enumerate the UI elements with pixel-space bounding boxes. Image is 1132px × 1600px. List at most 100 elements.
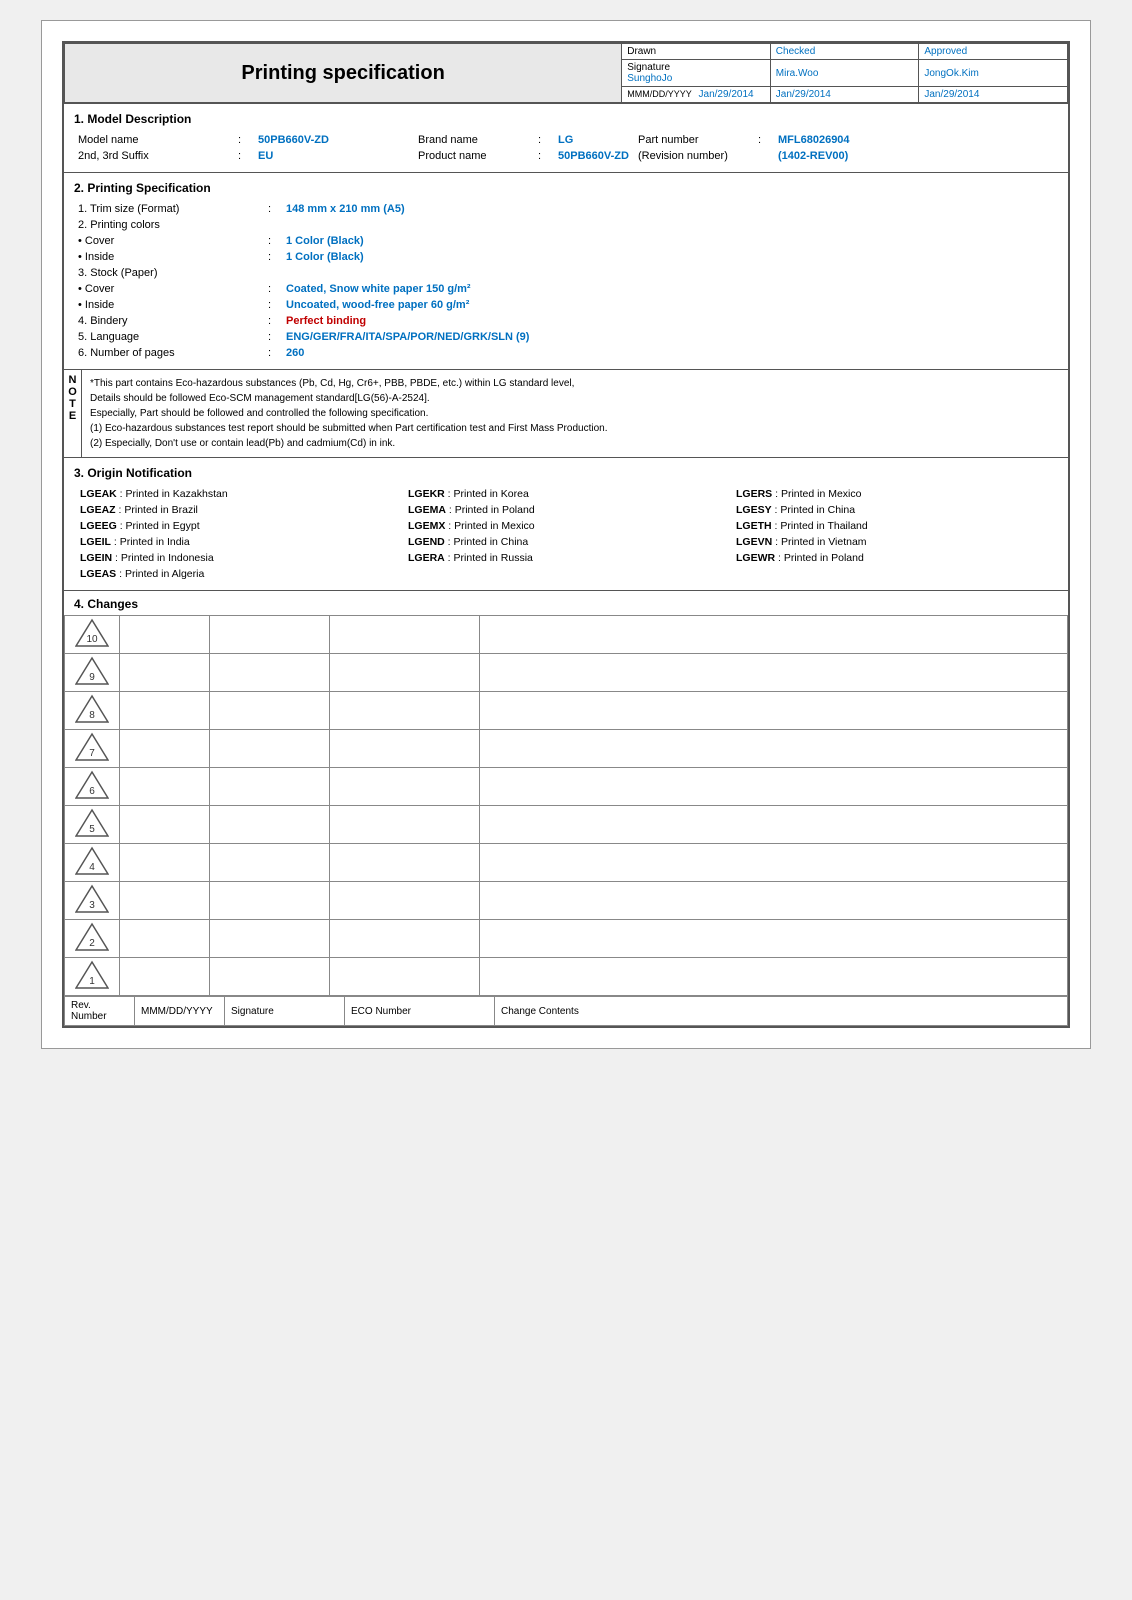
origin-cell: LGERS : Printed in Mexico (730, 486, 1058, 502)
page: Printing specification Drawn Checked App… (41, 20, 1091, 1049)
origin-location: Printed in Poland (784, 552, 864, 564)
section-changes: 4. Changes 10 9 8 7 6 (64, 590, 1068, 1026)
stock-cover-value: Coated, Snow white paper 150 g/m² (282, 281, 1058, 297)
date-cell (120, 958, 210, 996)
origin-cell (402, 566, 730, 582)
language-row: 5. Language : ENG/GER/FRA/ITA/SPA/POR/NE… (74, 329, 1058, 345)
model-name-row: Model name : 50PB660V-ZD Brand name : LG… (74, 132, 1058, 148)
origin-location: Printed in Algeria (125, 568, 204, 580)
signature-cell (210, 958, 330, 996)
trim-value: 148 mm x 210 mm (A5) (282, 201, 1058, 217)
approved-date: Jan/29/2014 (919, 87, 1068, 103)
signature-cell (210, 844, 330, 882)
contents-cell (480, 692, 1068, 730)
origin-cell: LGEND : Printed in China (402, 534, 730, 550)
checked-name: Mira.Woo (770, 60, 919, 87)
product-name-value: 50PB660V-ZD (554, 148, 634, 164)
origin-cell: LGETH : Printed in Thailand (730, 518, 1058, 534)
language-label: 5. Language (74, 329, 264, 345)
svg-text:10: 10 (86, 634, 98, 645)
origin-cell: LGEMX : Printed in Mexico (402, 518, 730, 534)
origin-code: LGEAZ (80, 504, 116, 516)
eco-cell (330, 730, 480, 768)
bindery-label: 4. Bindery (74, 313, 264, 329)
note-line-4: (1) Eco-hazardous substances test report… (90, 421, 607, 436)
origin-code: LGESY (736, 504, 772, 516)
part-number-label: Part number (634, 132, 754, 148)
revision-cell: 8 (65, 692, 120, 730)
header-table: Printing specification Drawn Checked App… (64, 43, 1068, 103)
origin-location: Printed in Russia (454, 552, 533, 564)
origin-sep: : (120, 520, 123, 532)
part-number-value: MFL68026904 (774, 132, 1058, 148)
origin-location: Printed in Mexico (454, 520, 535, 532)
origin-code: LGEIL (80, 536, 111, 548)
origin-code: LGEIN (80, 552, 112, 564)
origin-sep: : (448, 520, 451, 532)
note-line-5: (2) Especially, Don't use or contain lea… (90, 436, 607, 451)
contents-cell (480, 768, 1068, 806)
stock-cover-label: • Cover (74, 281, 264, 297)
signature-cell (210, 882, 330, 920)
cover-label: • Cover (74, 233, 264, 249)
origin-location: Printed in Kazakhstan (126, 488, 228, 500)
language-value: ENG/GER/FRA/ITA/SPA/POR/NED/GRK/SLN (9) (282, 329, 1058, 345)
footer-eco-number: ECO Number (345, 997, 495, 1026)
changes-footer: Rev. Number MMM/DD/YYYY Signature ECO Nu… (64, 996, 1068, 1026)
signature-cell (210, 616, 330, 654)
origin-cell: LGEVN : Printed in Vietnam (730, 534, 1058, 550)
drawn-date-cell: MMM/DD/YYYY Jan/29/2014 (622, 87, 771, 103)
contents-cell (480, 616, 1068, 654)
contents-cell (480, 958, 1068, 996)
suffix-value: EU (254, 148, 414, 164)
inside-label: • Inside (74, 249, 264, 265)
revision-cell: 6 (65, 768, 120, 806)
drawn-label: Drawn (622, 44, 771, 60)
model-info-table: Model name : 50PB660V-ZD Brand name : LG… (74, 132, 1058, 164)
contents-cell (480, 920, 1068, 958)
checked-label: Checked (770, 44, 919, 60)
revision-triangle-icon: 10 (75, 618, 109, 648)
origin-code: LGEWR (736, 552, 775, 564)
changes-row: 9 (65, 654, 1068, 692)
origin-cell: LGEEG : Printed in Egypt (74, 518, 402, 534)
origin-sep: : (119, 504, 122, 516)
changes-row: 2 (65, 920, 1068, 958)
origin-cell: LGEIN : Printed in Indonesia (74, 550, 402, 566)
product-name-label: Product name (414, 148, 534, 164)
model-name-value: 50PB660V-ZD (254, 132, 414, 148)
note-line-1: *This part contains Eco-hazardous substa… (90, 376, 607, 391)
pages-value: 260 (282, 345, 1058, 361)
origin-cell: LGEIL : Printed in India (74, 534, 402, 550)
revision-triangle-icon: 3 (75, 884, 109, 914)
note-line-2: Details should be followed Eco-SCM manag… (90, 391, 607, 406)
origin-sep: : (775, 488, 778, 500)
section1-title: 1. Model Description (74, 112, 1058, 126)
svg-text:7: 7 (89, 748, 95, 759)
origin-sep: : (120, 488, 123, 500)
origin-location: Printed in Brazil (124, 504, 198, 516)
date-cell (120, 882, 210, 920)
model-name-label: Model name (74, 132, 234, 148)
stock-inside-label: • Inside (74, 297, 264, 313)
date-cell (120, 654, 210, 692)
origin-code: LGEAK (80, 488, 117, 500)
contents-cell (480, 730, 1068, 768)
svg-text:5: 5 (89, 824, 95, 835)
origin-sep: : (778, 552, 781, 564)
svg-text:9: 9 (89, 672, 95, 683)
date-cell (120, 616, 210, 654)
section3-title: 3. Origin Notification (74, 466, 1058, 480)
section-origin: 3. Origin Notification LGEAK : Printed i… (64, 457, 1068, 590)
origin-location: Printed in Vietnam (781, 536, 867, 548)
pages-label: 6. Number of pages (74, 345, 264, 361)
changes-row: 1 (65, 958, 1068, 996)
bindery-value: Perfect binding (282, 313, 1058, 329)
revision-triangle-icon: 2 (75, 922, 109, 952)
eco-cell (330, 692, 480, 730)
origin-sep: : (449, 504, 452, 516)
eco-cell (330, 768, 480, 806)
origin-sep: : (119, 568, 122, 580)
origin-row: LGEIL : Printed in IndiaLGEND : Printed … (74, 534, 1058, 550)
contents-cell (480, 806, 1068, 844)
